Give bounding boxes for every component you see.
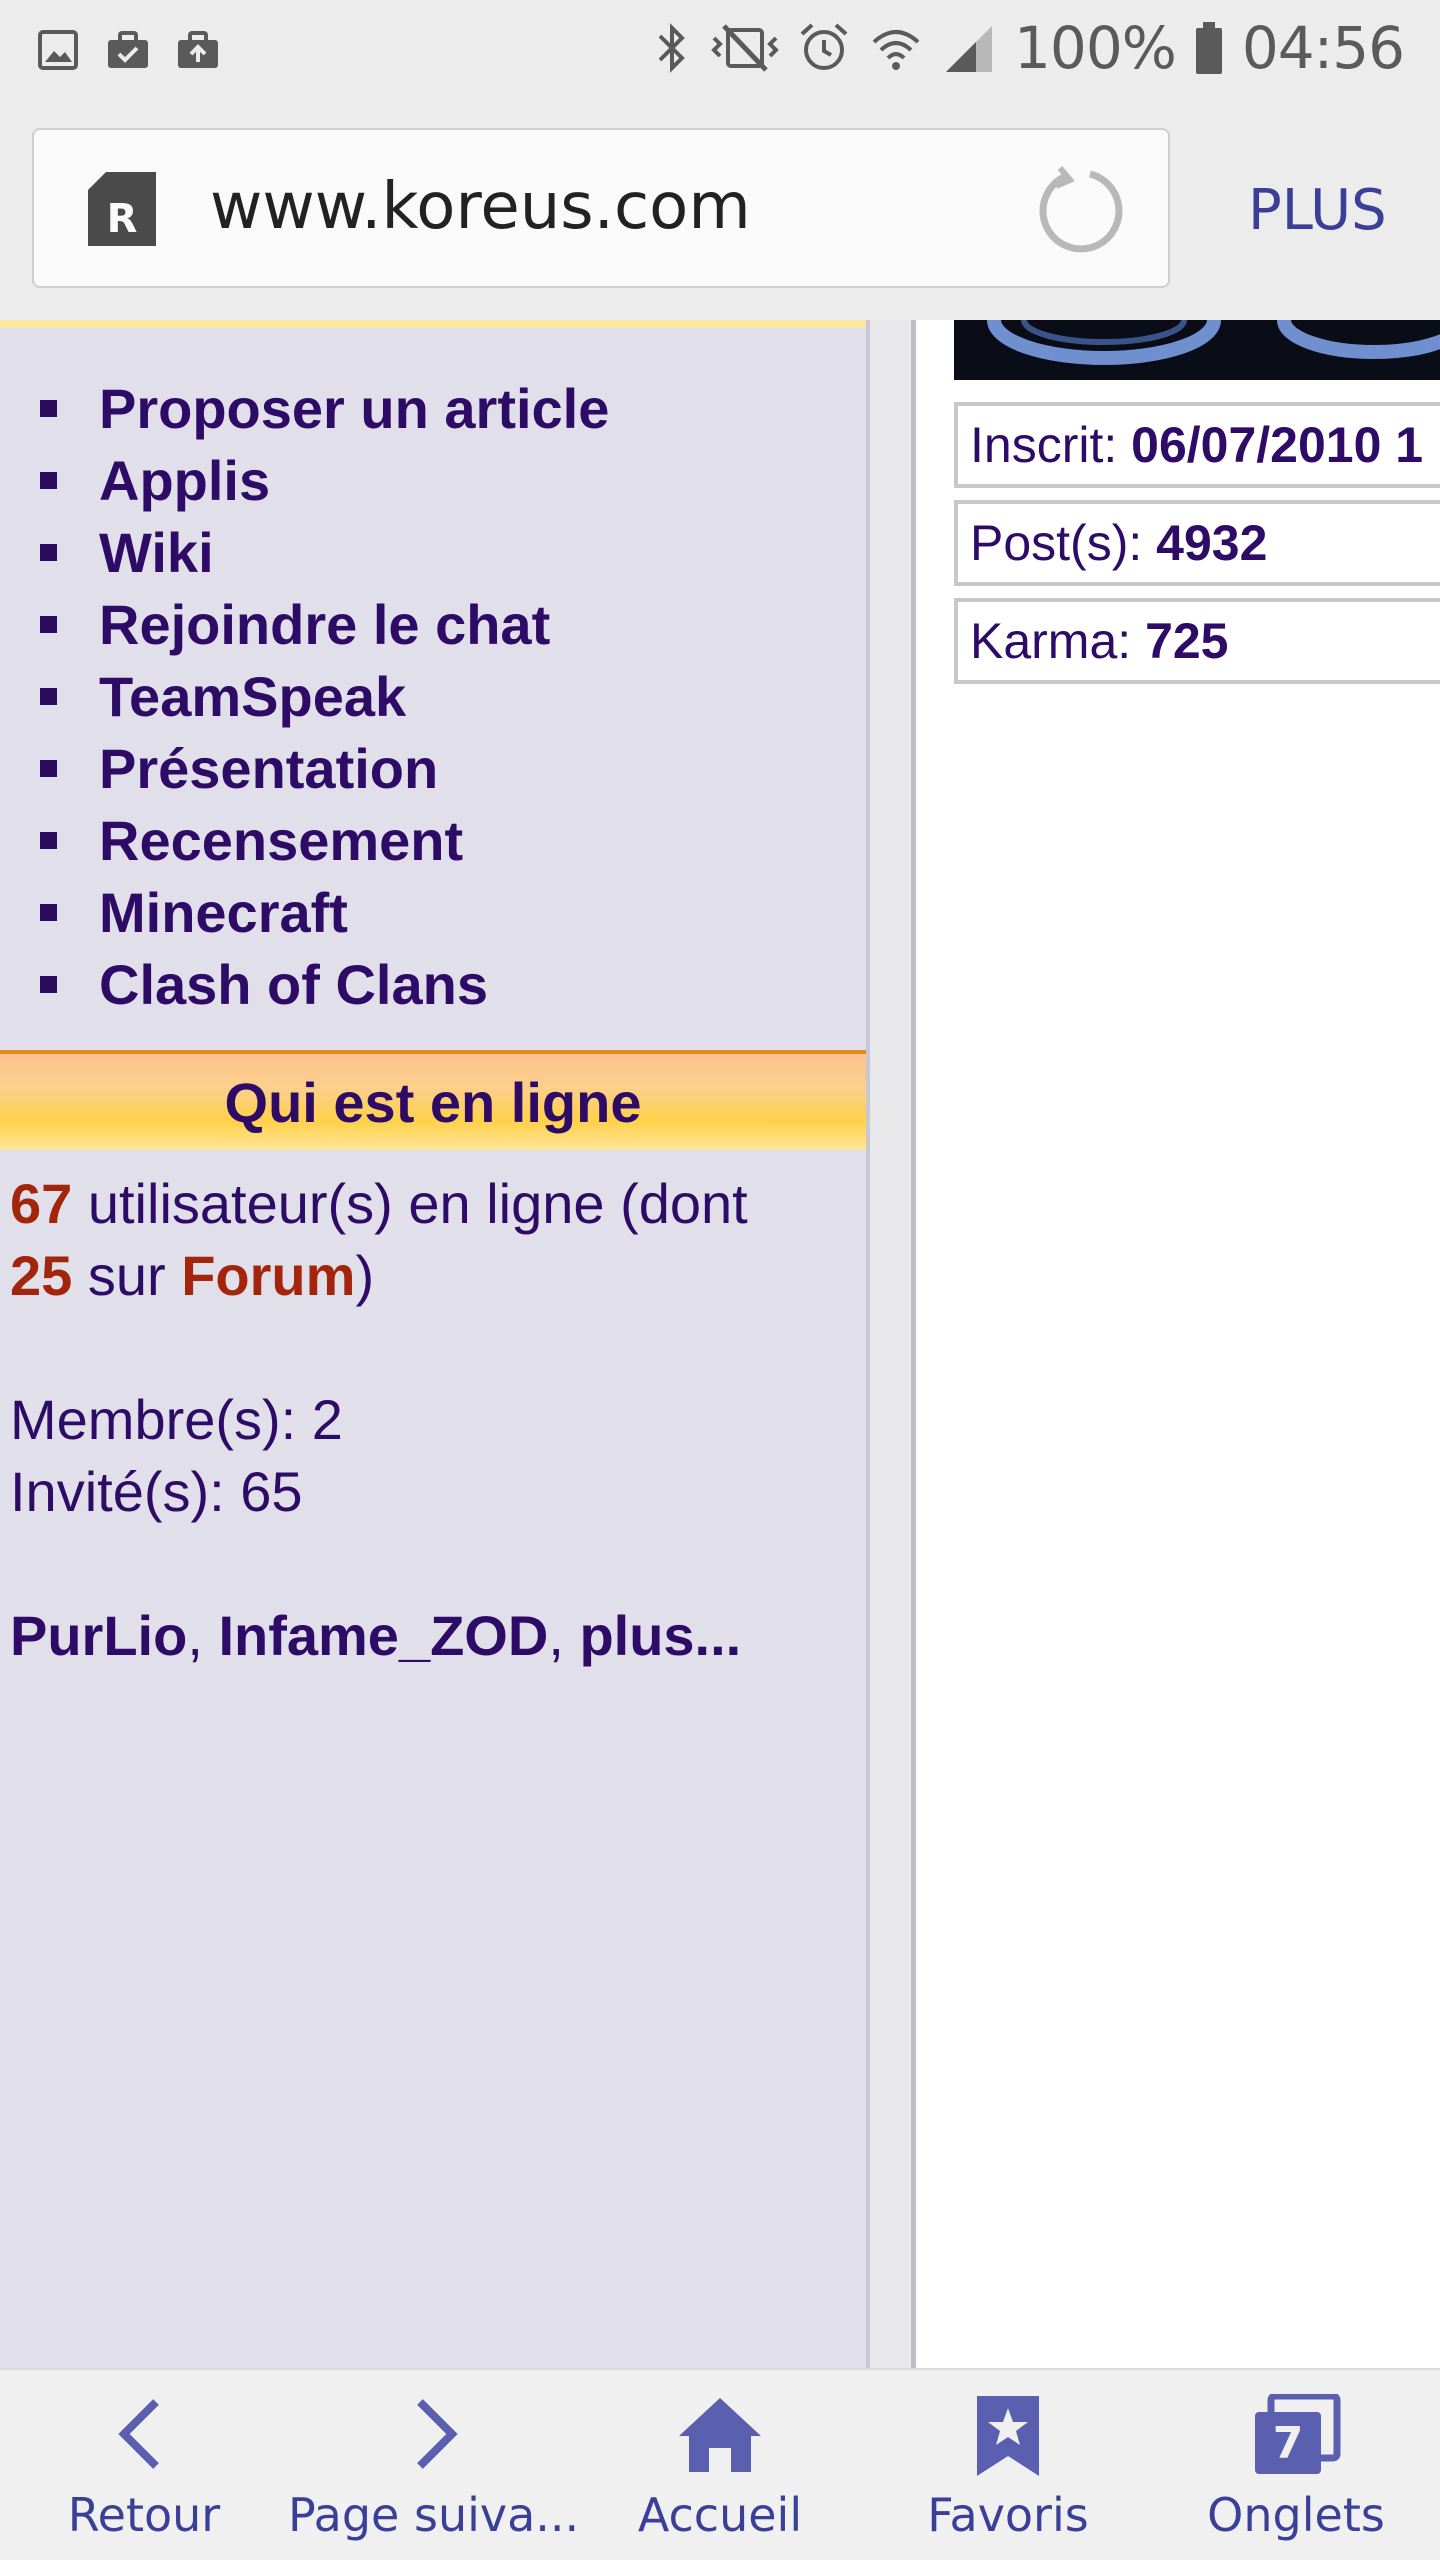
tabs-button[interactable]: 7 Onglets <box>1152 2370 1440 2562</box>
online-forum-pre: sur <box>72 1244 182 1307</box>
online-names: PurLio, Infame_ZOD, plus... <box>10 1600 860 1672</box>
members-count: Membre(s): 2 <box>10 1388 343 1451</box>
online-forum-post: ) <box>355 1244 375 1307</box>
online-forum-count: 25 <box>10 1244 73 1307</box>
menu-item-clash-of-clans[interactable]: Clash of Clans <box>40 948 609 1020</box>
tabs-count: 7 <box>1273 2418 1304 2469</box>
menu-item-minecraft[interactable]: Minecraft <box>40 876 609 948</box>
menu-item-wiki[interactable]: Wiki <box>40 516 609 588</box>
menu-item-teamspeak[interactable]: TeamSpeak <box>40 660 609 732</box>
post-count: Post(s): 4932 <box>954 500 1440 586</box>
tabs-icon: 7 <box>1255 2394 1341 2474</box>
user-link-purlio[interactable]: PurLio <box>10 1604 187 1667</box>
guests-count: Invité(s): 65 <box>10 1460 303 1523</box>
online-info: 67 utilisateur(s) en ligne (dont 25 sur … <box>10 1168 860 1672</box>
forum-link[interactable]: Forum <box>181 1244 355 1307</box>
online-section-header: Qui est en ligne <box>0 1050 866 1150</box>
online-users-text: utilisateur(s) en ligne (dont <box>72 1172 748 1235</box>
bullet <box>40 903 57 921</box>
url-bar[interactable]: R www.koreus.com <box>32 128 1170 288</box>
bluetooth-icon <box>658 23 685 73</box>
home-icon <box>679 2398 761 2472</box>
online-users-line: 67 utilisateur(s) en ligne (dont <box>10 1168 860 1240</box>
avatar[interactable] <box>954 320 1440 380</box>
bullet <box>40 831 57 849</box>
reload-icon[interactable] <box>1036 166 1124 254</box>
name-separator: , <box>548 1604 580 1667</box>
registered-date: Inscrit: 06/07/2010 1 <box>954 402 1440 488</box>
karma-count: Karma: 725 <box>954 598 1440 684</box>
bullet <box>40 543 57 561</box>
bullet <box>40 471 57 489</box>
chevron-left-icon <box>118 2399 159 2469</box>
image-icon <box>38 30 78 70</box>
url-text[interactable]: www.koreus.com <box>210 170 751 244</box>
more-button[interactable]: PLUS <box>1248 178 1387 243</box>
online-forum-line: 25 sur Forum) <box>10 1240 860 1312</box>
battery-icon <box>1195 22 1222 74</box>
browser-toolbar: R www.koreus.com PLUS <box>0 100 1440 320</box>
column-divider <box>866 320 916 2368</box>
name-separator: , <box>187 1604 219 1667</box>
signal-icon <box>946 26 993 72</box>
user-link-infame-zod[interactable]: Infame_ZOD <box>218 1604 548 1667</box>
vibrate-off-icon <box>711 24 779 72</box>
briefcase-check-icon <box>108 31 148 68</box>
menu-item-presentation[interactable]: Présentation <box>40 732 609 804</box>
sidebar: Proposer un article Applis Wiki Rejoindr… <box>0 320 866 2368</box>
bullet <box>40 615 57 633</box>
briefcase-upload-icon <box>178 31 218 68</box>
online-section-title: Qui est en ligne <box>224 1071 642 1134</box>
bullet <box>40 399 57 417</box>
bookmark-star-icon <box>977 2396 1039 2476</box>
bookmarks-button[interactable]: Favoris <box>864 2370 1152 2562</box>
reader-mode-icon[interactable]: R <box>84 168 160 250</box>
profile-panel: Inscrit: 06/07/2010 1 Post(s): 4932 Karm… <box>916 320 1440 2368</box>
clock: 04:56 <box>1241 14 1405 82</box>
wifi-icon <box>872 30 920 70</box>
chevron-right-icon <box>417 2399 458 2469</box>
alarm-icon <box>800 23 848 70</box>
svg-text:R: R <box>107 196 138 242</box>
site-menu: Proposer un article Applis Wiki Rejoindr… <box>40 372 609 1020</box>
online-users-count: 67 <box>10 1172 73 1235</box>
menu-item-recensement[interactable]: Recensement <box>40 804 609 876</box>
menu-item-proposer-article[interactable]: Proposer un article <box>40 372 609 444</box>
forward-button[interactable]: Page suiva... <box>288 2370 579 2562</box>
bullet <box>40 759 57 777</box>
bottom-navigation: Retour Page suiva... Accueil Favoris 7 O… <box>0 2368 1440 2560</box>
status-bar: 100% 04:56 <box>0 0 1440 100</box>
more-users-link[interactable]: plus... <box>579 1604 741 1667</box>
home-button[interactable]: Accueil <box>576 2370 864 2562</box>
menu-item-chat[interactable]: Rejoindre le chat <box>40 588 609 660</box>
back-button[interactable]: Retour <box>0 2370 288 2562</box>
menu-item-applis[interactable]: Applis <box>40 444 609 516</box>
bullet <box>40 975 57 993</box>
bullet <box>40 687 57 705</box>
battery-percentage: 100% <box>1014 14 1177 82</box>
